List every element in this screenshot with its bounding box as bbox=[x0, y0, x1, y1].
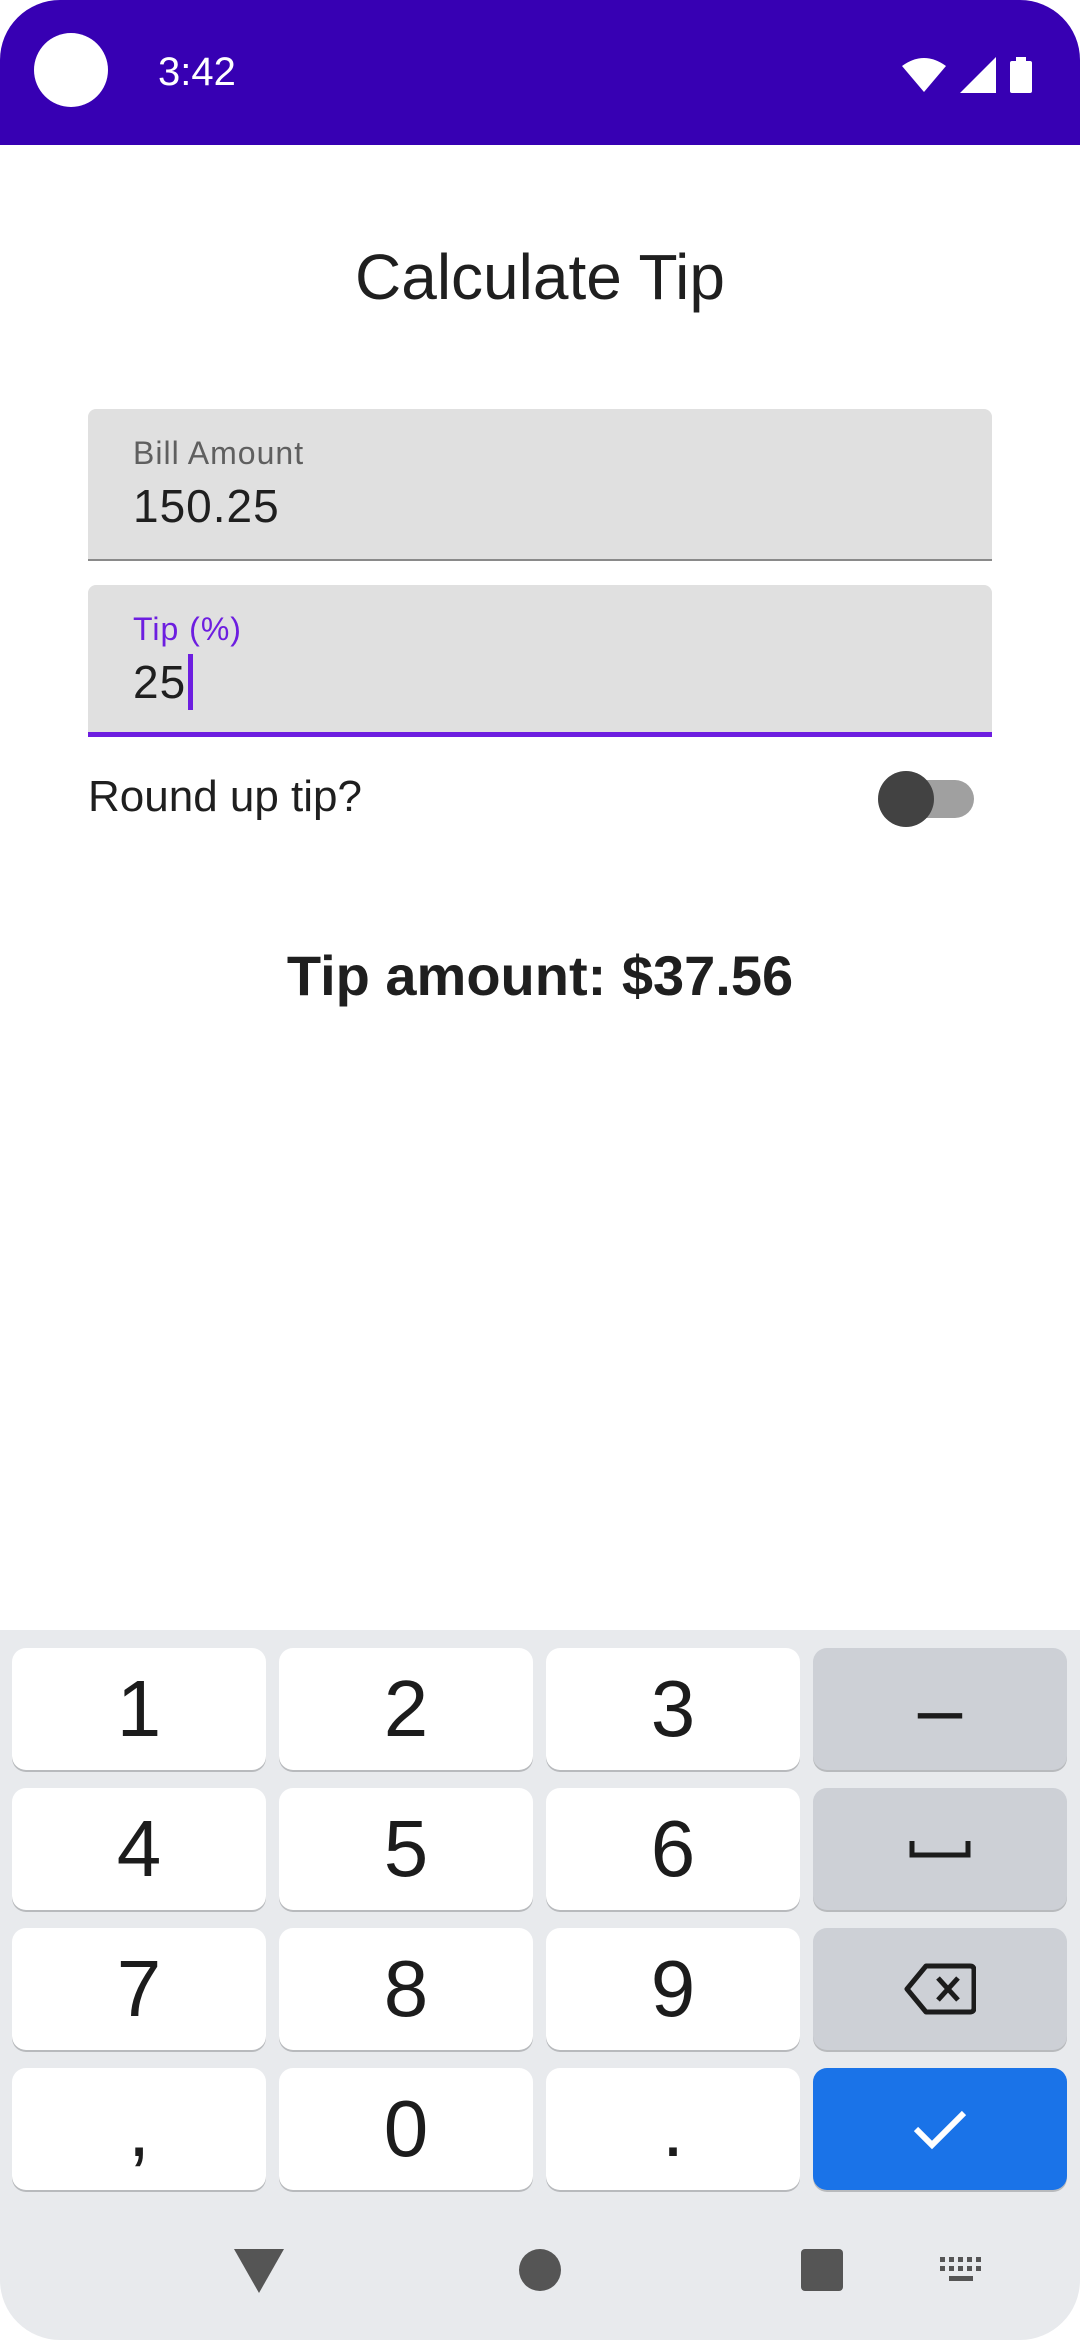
key-6[interactable]: 6 bbox=[546, 1788, 800, 1910]
tip-percent-label: Tip (%) bbox=[133, 611, 242, 647]
bill-amount-field[interactable]: Bill Amount 150.25 bbox=[88, 409, 992, 561]
key-9[interactable]: 9 bbox=[546, 1928, 800, 2050]
home-icon[interactable] bbox=[519, 2249, 561, 2291]
bill-amount-input[interactable]: 150.25 bbox=[133, 479, 280, 533]
status-time: 3:42 bbox=[158, 50, 236, 94]
backspace-icon bbox=[904, 1963, 976, 2015]
key-comma[interactable]: , bbox=[12, 2068, 266, 2190]
round-up-label: Round up tip? bbox=[88, 772, 362, 821]
key-1[interactable]: 1 bbox=[12, 1648, 266, 1770]
wifi-icon bbox=[902, 58, 946, 92]
key-minus[interactable]: – bbox=[813, 1648, 1067, 1770]
key-period[interactable]: . bbox=[546, 2068, 800, 2190]
status-bar: 3:42 bbox=[0, 0, 1080, 145]
battery-icon bbox=[1010, 57, 1032, 93]
tip-percent-field[interactable]: Tip (%) 25 bbox=[88, 585, 992, 737]
camera-cutout bbox=[34, 33, 108, 107]
tip-percent-input[interactable]: 25 bbox=[133, 653, 194, 714]
status-icons bbox=[902, 55, 1032, 95]
key-4[interactable]: 4 bbox=[12, 1788, 266, 1910]
text-cursor bbox=[188, 653, 194, 710]
key-3[interactable]: 3 bbox=[546, 1648, 800, 1770]
recents-icon[interactable] bbox=[801, 2249, 843, 2291]
tip-percent-value: 25 bbox=[133, 656, 187, 708]
key-5[interactable]: 5 bbox=[279, 1788, 533, 1910]
page-title: Calculate Tip bbox=[355, 241, 725, 313]
back-icon[interactable] bbox=[234, 2249, 284, 2293]
check-icon bbox=[913, 2110, 967, 2150]
bill-amount-label: Bill Amount bbox=[133, 435, 305, 471]
key-8[interactable]: 8 bbox=[279, 1928, 533, 2050]
key-2[interactable]: 2 bbox=[279, 1648, 533, 1770]
cell-signal-icon bbox=[960, 57, 996, 93]
keyboard-switch-icon[interactable] bbox=[940, 2257, 984, 2283]
key-backspace[interactable] bbox=[813, 1928, 1067, 2050]
switch-thumb bbox=[878, 771, 934, 827]
round-up-switch[interactable] bbox=[878, 768, 974, 827]
tip-amount-text: Tip amount: $37.56 bbox=[286, 944, 794, 1007]
space-icon bbox=[909, 1841, 971, 1858]
key-7[interactable]: 7 bbox=[12, 1928, 266, 2050]
key-space[interactable] bbox=[813, 1788, 1067, 1910]
navigation-bar bbox=[0, 2215, 1080, 2335]
key-0[interactable]: 0 bbox=[279, 2068, 533, 2190]
key-done[interactable] bbox=[813, 2068, 1067, 2190]
